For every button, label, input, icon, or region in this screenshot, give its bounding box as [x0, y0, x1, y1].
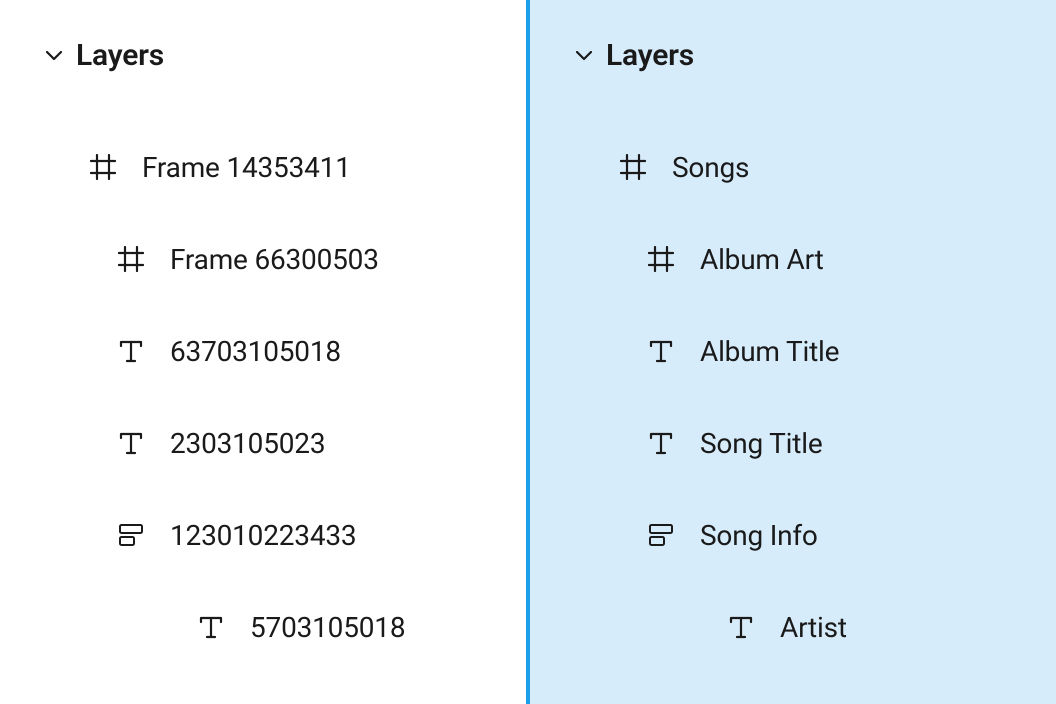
text-icon: [726, 612, 756, 642]
text-icon: [196, 612, 226, 642]
layer-row[interactable]: Album Title: [530, 305, 1056, 397]
layer-row[interactable]: Songs: [530, 121, 1056, 213]
group-icon: [116, 520, 146, 550]
layer-label: Album Art: [700, 243, 824, 276]
layers-panel-left: Layers Frame 14353411 Frame 66300503 637…: [0, 0, 526, 704]
layer-row[interactable]: Album Art: [530, 213, 1056, 305]
layer-row[interactable]: Song Info: [530, 489, 1056, 581]
layer-label: Song Info: [700, 519, 818, 552]
layer-label: Album Title: [700, 335, 839, 368]
layer-label: 2303105023: [170, 427, 325, 460]
text-icon: [646, 336, 676, 366]
frame-icon: [646, 244, 676, 274]
layer-label: 5703105018: [250, 611, 405, 644]
panel-header[interactable]: Layers: [530, 38, 1056, 73]
layer-label: Artist: [780, 611, 847, 644]
layer-row[interactable]: Song Title: [530, 397, 1056, 489]
layer-label: Songs: [672, 151, 749, 184]
layer-label: 63703105018: [170, 335, 341, 368]
layer-row[interactable]: 123010223433: [0, 489, 526, 581]
layer-row[interactable]: 5703105018: [0, 581, 526, 673]
layer-label: 123010223433: [170, 519, 356, 552]
layer-label: Frame 14353411: [142, 151, 351, 184]
layer-row[interactable]: Frame 14353411: [0, 121, 526, 213]
layers-panel-right: Layers Songs Album Art Album Title Song …: [530, 0, 1056, 704]
layer-label: Frame 66300503: [170, 243, 379, 276]
text-icon: [646, 428, 676, 458]
layer-label: Song Title: [700, 427, 823, 460]
chevron-down-icon: [574, 46, 594, 66]
group-icon: [646, 520, 676, 550]
chevron-down-icon: [44, 46, 64, 66]
layer-row[interactable]: Artist: [530, 581, 1056, 673]
panel-title: Layers: [76, 38, 164, 73]
panel-title: Layers: [606, 38, 694, 73]
layer-row[interactable]: 63703105018: [0, 305, 526, 397]
layer-row[interactable]: Frame 66300503: [0, 213, 526, 305]
text-icon: [116, 428, 146, 458]
frame-icon: [116, 244, 146, 274]
layer-row[interactable]: 2303105023: [0, 397, 526, 489]
panel-header[interactable]: Layers: [0, 38, 526, 73]
frame-icon: [618, 152, 648, 182]
frame-icon: [88, 152, 118, 182]
text-icon: [116, 336, 146, 366]
